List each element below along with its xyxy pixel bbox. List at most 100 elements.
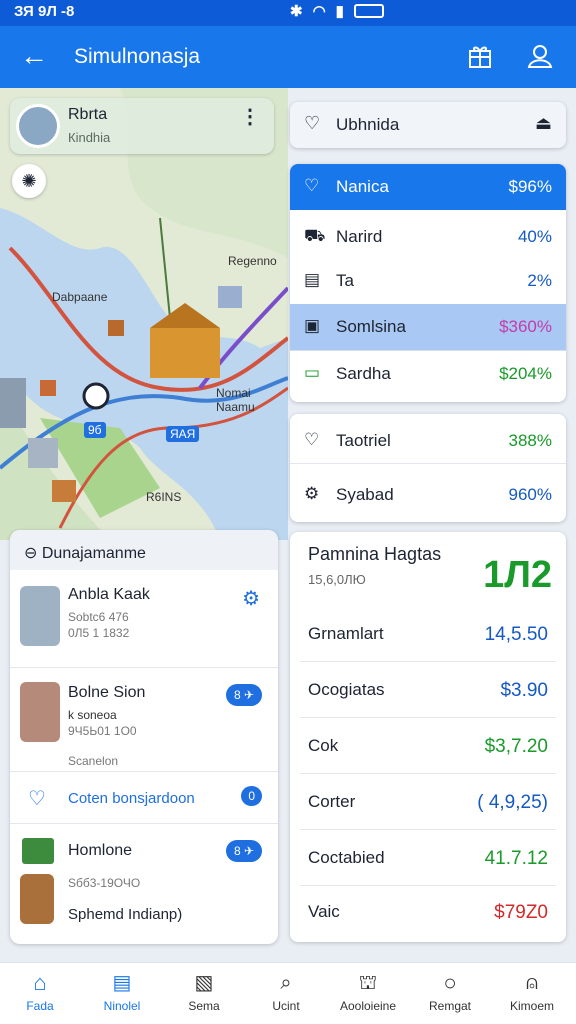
stat-label: Taotriel [336, 431, 391, 450]
place-name: Homlone [68, 842, 133, 859]
nav-home[interactable]: ⌂ Fada [4, 970, 76, 1014]
heart-icon: ♡ [304, 113, 321, 133]
signal-icon: ▮ [335, 3, 344, 20]
more-icon[interactable]: ⋮ [240, 107, 260, 127]
place-name: Anbla Kaak [68, 586, 150, 603]
stat-row[interactable]: ▤ Ta 2% [290, 258, 566, 304]
compass-icon: ✺ [21, 171, 37, 191]
place-name: Bolne Sion [68, 684, 146, 701]
summary-label: Ocogiatas [308, 680, 385, 699]
map-marker[interactable]: ЯАЯ [166, 426, 200, 442]
place-name: Coten bonsjardoon [68, 790, 195, 807]
gift-icon[interactable] [466, 42, 494, 70]
card-icon: ▭ [304, 363, 321, 382]
nav-activity[interactable]: ⛫ Aooloieine [332, 971, 404, 1013]
list-item[interactable]: ♡ Coten bonsjardoon 0 [10, 772, 278, 824]
summary-row[interactable]: Vaic $79Z0 [300, 890, 556, 938]
stats-card: ♡ Taotriel 388% ⚙ Syabad 960% [290, 414, 566, 522]
stat-value: 40% [517, 227, 552, 246]
nav-label: Ucint [272, 999, 300, 1013]
back-arrow-icon[interactable]: ← [20, 42, 48, 70]
place-name: Sphemd Indianp) [68, 906, 183, 923]
stats-card: ♡ Nanica $96% ⛟ Narird 40% ▤ Ta 2% ▣ Som… [290, 164, 566, 402]
locate-button[interactable]: ✺ [12, 164, 46, 198]
layers-icon [22, 838, 54, 864]
location-card[interactable]: Rbrta Кindhia ⋮ [10, 98, 274, 154]
list-icon: ▤ [112, 972, 132, 994]
summary-label: Vaic [308, 902, 340, 921]
map-marker[interactable]: 9б [84, 422, 106, 438]
nav-label: Remgat [428, 999, 472, 1013]
card-title: Pamnina Hagtas [308, 544, 442, 564]
nav-label: Fada [26, 999, 54, 1013]
stat-row[interactable]: ▭ Sardha $204% [290, 350, 566, 402]
stat-value: $96% [508, 177, 552, 196]
card-subtitle: 15,6,0ЛЮ [308, 572, 366, 587]
map-graphic [0, 88, 288, 540]
stat-label: Sardha [336, 364, 391, 383]
summary-row[interactable]: Cok $3,7.20 [300, 722, 556, 774]
nav-map[interactable]: ▧ Sema [168, 971, 240, 1013]
summary-label: Coctabied [308, 848, 385, 867]
home-icon: ⌂ [33, 970, 47, 995]
place-sub: 0Л5 1 1832 [68, 626, 130, 640]
summary-row[interactable]: Corter ( 4,9,25) [300, 778, 556, 830]
stat-row[interactable]: ⛟ Narird 40% [290, 214, 566, 260]
stat-row[interactable]: ▣ Somlsina $360% [290, 304, 566, 350]
count-badge[interactable]: 8 ✈ [225, 684, 262, 706]
place-sub: Sбб3-19ОЧО [68, 876, 141, 890]
place-thumbnail [20, 586, 60, 646]
list-item[interactable]: Anbla Kaak Sobtc6 476 0Л5 1 1832 ⚙ [10, 570, 278, 668]
status-icons: ✱ ◠ ▮ [290, 2, 564, 20]
summary-value: $3,7.20 [484, 736, 548, 757]
stat-value: 960% [508, 485, 552, 504]
summary-row[interactable]: Coctabied 41.7.12 [300, 834, 556, 886]
list-item[interactable]: Homlone Sбб3-19ОЧО Sphemd Indianp) 8 ✈ [10, 824, 278, 944]
map-view[interactable]: Rbrta Кindhia ⋮ ✺ Dabpaane Regenno Nomai… [0, 88, 288, 540]
map-icon: ▧ [194, 972, 214, 994]
heart-icon: ♡ [304, 430, 320, 449]
count-badge[interactable]: 8 ✈ [225, 840, 262, 862]
summary-value: $3.90 [500, 680, 548, 701]
stat-label: Ta [336, 271, 354, 290]
location-name: Rbrta [68, 106, 108, 123]
stat-row[interactable]: ⚙ Syabad 960% [290, 472, 566, 518]
summary-label: Cok [308, 736, 339, 755]
search-field[interactable]: ♡ Ubhnida ⏏ [290, 102, 566, 148]
nav-label: Aooloieine [339, 999, 397, 1013]
stat-value: $204% [499, 364, 552, 383]
summary-label: Grnamlart [308, 624, 384, 643]
stat-row[interactable]: ♡ Nanica $96% [290, 164, 566, 210]
list-item[interactable]: Bolne Sion k soneoa 9Ч5Ь01 1О0 Scanelon … [10, 668, 278, 772]
profile-icon[interactable] [526, 42, 554, 70]
stat-label: Syabad [336, 485, 394, 504]
wifi-icon: ◠ [312, 3, 326, 20]
page-title: Simulnonasja [74, 45, 201, 68]
summary-row[interactable]: Ocogiatas $3.90 [300, 666, 556, 718]
circle-icon: ○ [443, 970, 457, 995]
battery-icon [353, 4, 384, 18]
map-label: Regenno [228, 254, 277, 268]
nav-search[interactable]: ⌕ Ucint [250, 971, 322, 1013]
map-label: R6INS [146, 490, 182, 504]
stat-row[interactable]: ♡ Taotriel 388% [290, 418, 566, 464]
nav-list[interactable]: ▤ Ninolel [86, 971, 158, 1013]
bluetooth-icon: ✱ [290, 3, 303, 20]
bag-icon: ⛫ [358, 972, 378, 994]
search-input[interactable]: Ubhnida [336, 115, 399, 135]
status-bar: ЗЯ 9Л -8 ✱ ◠ ▮ [0, 0, 576, 26]
nav-label: Kimoem [509, 999, 554, 1013]
minus-circle-icon[interactable]: ⊖ [24, 545, 37, 562]
app-bar: ← Simulnonasja [0, 26, 576, 88]
nav-profile[interactable]: ⍝ Kimoem [496, 971, 568, 1013]
nav-label: Ninolel [103, 999, 141, 1013]
summary-row[interactable]: Grnamlart 14,5.50 [300, 610, 556, 662]
gear-icon: ⚙ [304, 484, 320, 503]
summary-value: 14,5.50 [484, 624, 548, 645]
settings-icon[interactable]: ⚙ [242, 586, 260, 611]
filter-icon[interactable]: ⏏ [535, 113, 552, 134]
count-badge[interactable]: 0 [241, 786, 262, 806]
nav-report[interactable]: ○ Remgat [414, 970, 486, 1014]
stat-value: 2% [527, 271, 552, 290]
nav-label: Sema [188, 999, 220, 1013]
